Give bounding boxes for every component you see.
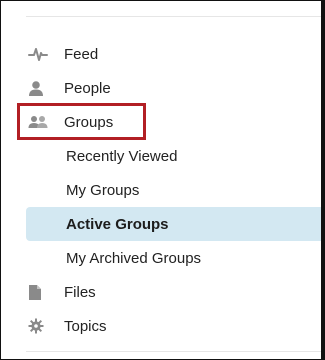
- nav-item-feed[interactable]: Feed: [26, 37, 324, 71]
- nav-subitem-label: My Groups: [66, 181, 140, 199]
- nav-item-label: Topics: [64, 317, 107, 335]
- nav-item-files[interactable]: Files: [26, 275, 324, 309]
- frame-right-border: [321, 1, 324, 359]
- left-navigation: Feed People Groups Recently Viewed My Gr…: [26, 37, 324, 343]
- person-icon: [28, 78, 50, 98]
- nav-subitem-active-groups[interactable]: Active Groups: [26, 207, 324, 241]
- nav-item-people[interactable]: People: [26, 71, 324, 105]
- nav-item-groups[interactable]: Groups: [26, 105, 324, 139]
- nav-subitem-my-groups[interactable]: My Groups: [26, 173, 324, 207]
- top-divider: [26, 16, 324, 17]
- nav-item-label: Files: [64, 283, 96, 301]
- nav-subitem-label: My Archived Groups: [66, 249, 202, 267]
- nav-item-topics[interactable]: Topics: [26, 309, 324, 343]
- pulse-icon: [28, 44, 50, 64]
- gear-icon: [28, 316, 50, 336]
- nav-subitem-recently-viewed[interactable]: Recently Viewed: [26, 139, 324, 173]
- nav-item-label: Feed: [64, 45, 99, 63]
- people-group-icon: [28, 112, 50, 132]
- document-icon: [28, 282, 50, 302]
- nav-item-label: People: [64, 79, 111, 97]
- nav-subitem-my-archived-groups[interactable]: My Archived Groups: [26, 241, 324, 275]
- nav-subitem-label: Recently Viewed: [66, 147, 178, 165]
- nav-subitem-label: Active Groups: [66, 215, 169, 233]
- nav-item-label: Groups: [64, 113, 114, 131]
- panel-frame: Feed People Groups Recently Viewed My Gr…: [0, 0, 325, 360]
- bottom-divider: [26, 351, 324, 352]
